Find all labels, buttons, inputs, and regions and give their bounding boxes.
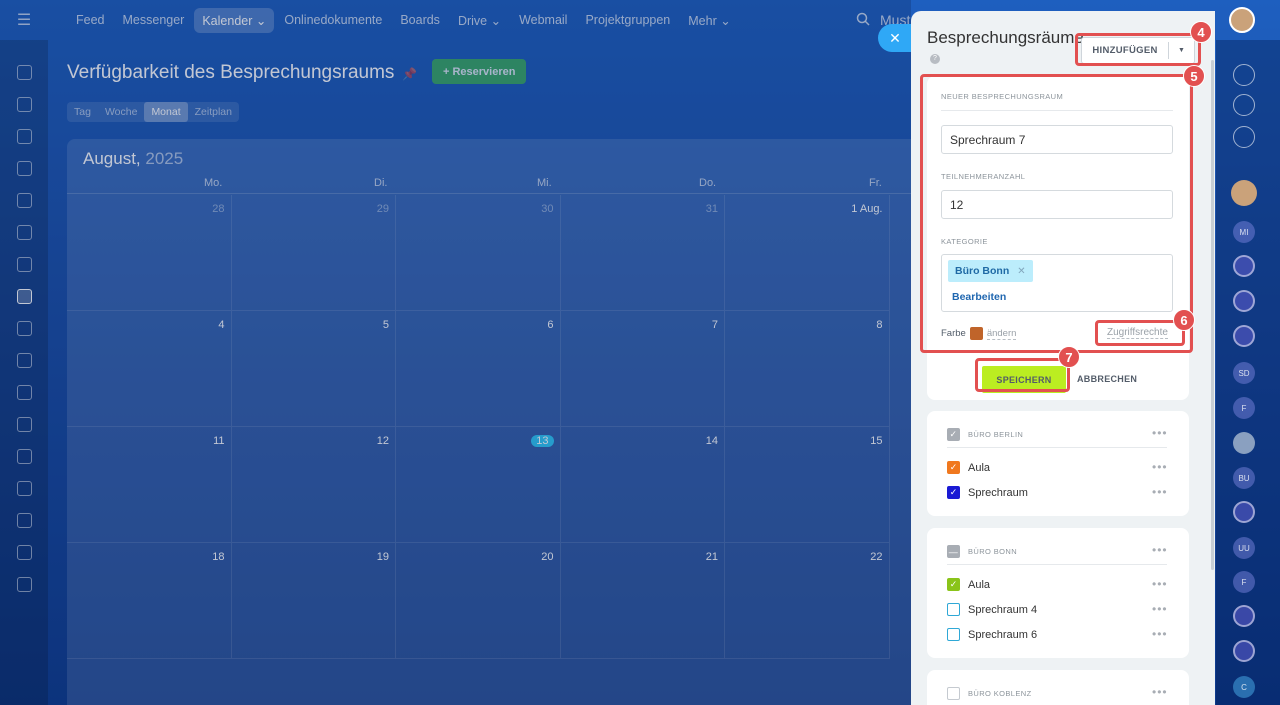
more-icon[interactable]: •••: [1152, 460, 1168, 474]
group-header: BÜRO KOBLENZ: [947, 687, 1032, 700]
group-chat-icon[interactable]: [1233, 501, 1255, 523]
bell-icon[interactable]: [1233, 64, 1255, 86]
more-icon[interactable]: •••: [1152, 426, 1168, 440]
room-label: Sprechraum 4: [968, 603, 1038, 616]
more-icon[interactable]: •••: [1152, 543, 1168, 557]
group-chat-icon[interactable]: [1233, 325, 1255, 347]
contact-avatar[interactable]: SD: [1233, 362, 1255, 384]
cancel-button[interactable]: ABBRECHEN: [1077, 374, 1137, 384]
panel-title: Besprechungsräume: [927, 28, 1084, 47]
dim-overlay: [0, 0, 911, 705]
room-label: Aula: [968, 578, 991, 591]
highlight-rights: [1095, 320, 1185, 346]
room-checkbox[interactable]: ✓: [947, 461, 960, 474]
room-item[interactable]: ✓ Aula: [947, 578, 990, 591]
room-checkbox[interactable]: ✓: [947, 486, 960, 499]
group-name: BÜRO BONN: [968, 547, 1018, 556]
group-header: — BÜRO BONN: [947, 545, 1017, 558]
step-badge: 5: [1183, 65, 1205, 87]
divider: [947, 447, 1167, 448]
contact-avatar[interactable]: F: [1233, 397, 1255, 419]
room-checkbox[interactable]: [947, 628, 960, 641]
more-icon[interactable]: •••: [1152, 685, 1168, 699]
room-label: Sprechraum 6: [968, 628, 1038, 641]
group-checkbox[interactable]: ✓: [947, 428, 960, 441]
room-item[interactable]: ✓ Aula: [947, 461, 990, 474]
panel-scrollbar[interactable]: [1211, 60, 1214, 570]
step-badge: 4: [1190, 21, 1212, 43]
room-group-koblenz: BÜRO KOBLENZ •••: [927, 670, 1189, 705]
more-icon[interactable]: •••: [1152, 602, 1168, 616]
group-checkbox[interactable]: —: [947, 545, 960, 558]
room-checkbox[interactable]: [947, 603, 960, 616]
step-badge: 7: [1058, 346, 1080, 368]
contact-avatar[interactable]: [1233, 432, 1255, 454]
group-name: BÜRO BERLIN: [968, 430, 1024, 439]
user-avatar[interactable]: [1229, 7, 1255, 33]
right-rail: MI SD F BU UU F C: [1216, 40, 1280, 705]
close-icon: ✕: [889, 29, 901, 46]
more-icon[interactable]: •••: [1152, 485, 1168, 499]
help-icon[interactable]: ?: [930, 54, 940, 64]
contact-avatar[interactable]: C: [1233, 676, 1255, 698]
room-group-berlin: ✓ BÜRO BERLIN ••• ✓ Aula ••• ✓ Sprechraum •…: [927, 411, 1189, 516]
room-item[interactable]: ✓ Sprechraum: [947, 486, 1028, 499]
room-item[interactable]: Sprechraum 4: [947, 603, 1037, 616]
room-checkbox[interactable]: ✓: [947, 578, 960, 591]
group-checkbox[interactable]: [947, 687, 960, 700]
more-icon[interactable]: •••: [1152, 627, 1168, 641]
room-label: Sprechraum: [968, 486, 1028, 499]
room-item[interactable]: Sprechraum 6: [947, 628, 1037, 641]
divider: [947, 564, 1167, 565]
contact-avatar[interactable]: MI: [1233, 221, 1255, 243]
close-panel-button[interactable]: ✕: [878, 24, 912, 52]
contact-avatar[interactable]: UU: [1233, 537, 1255, 559]
room-label: Aula: [968, 461, 991, 474]
group-header: ✓ BÜRO BERLIN: [947, 428, 1023, 441]
group-chat-icon[interactable]: [1233, 255, 1255, 277]
contact-avatar[interactable]: [1231, 180, 1257, 206]
highlight-add: [1075, 33, 1201, 66]
group-name: BÜRO KOBLENZ: [968, 689, 1032, 698]
group-chat-icon[interactable]: [1233, 605, 1255, 627]
more-icon[interactable]: •••: [1152, 577, 1168, 591]
contact-avatar[interactable]: BU: [1233, 467, 1255, 489]
highlight-form: [920, 74, 1193, 353]
contact-avatar[interactable]: F: [1233, 571, 1255, 593]
group-chat-icon[interactable]: [1233, 290, 1255, 312]
group-chat-icon[interactable]: [1233, 640, 1255, 662]
search-chat-icon[interactable]: [1233, 126, 1255, 148]
highlight-save: [975, 358, 1070, 392]
copilot-icon[interactable]: [1233, 94, 1255, 116]
step-badge: 6: [1173, 309, 1195, 331]
room-group-bonn: — BÜRO BONN ••• ✓ Aula ••• Sprechraum 4 ••…: [927, 528, 1189, 658]
